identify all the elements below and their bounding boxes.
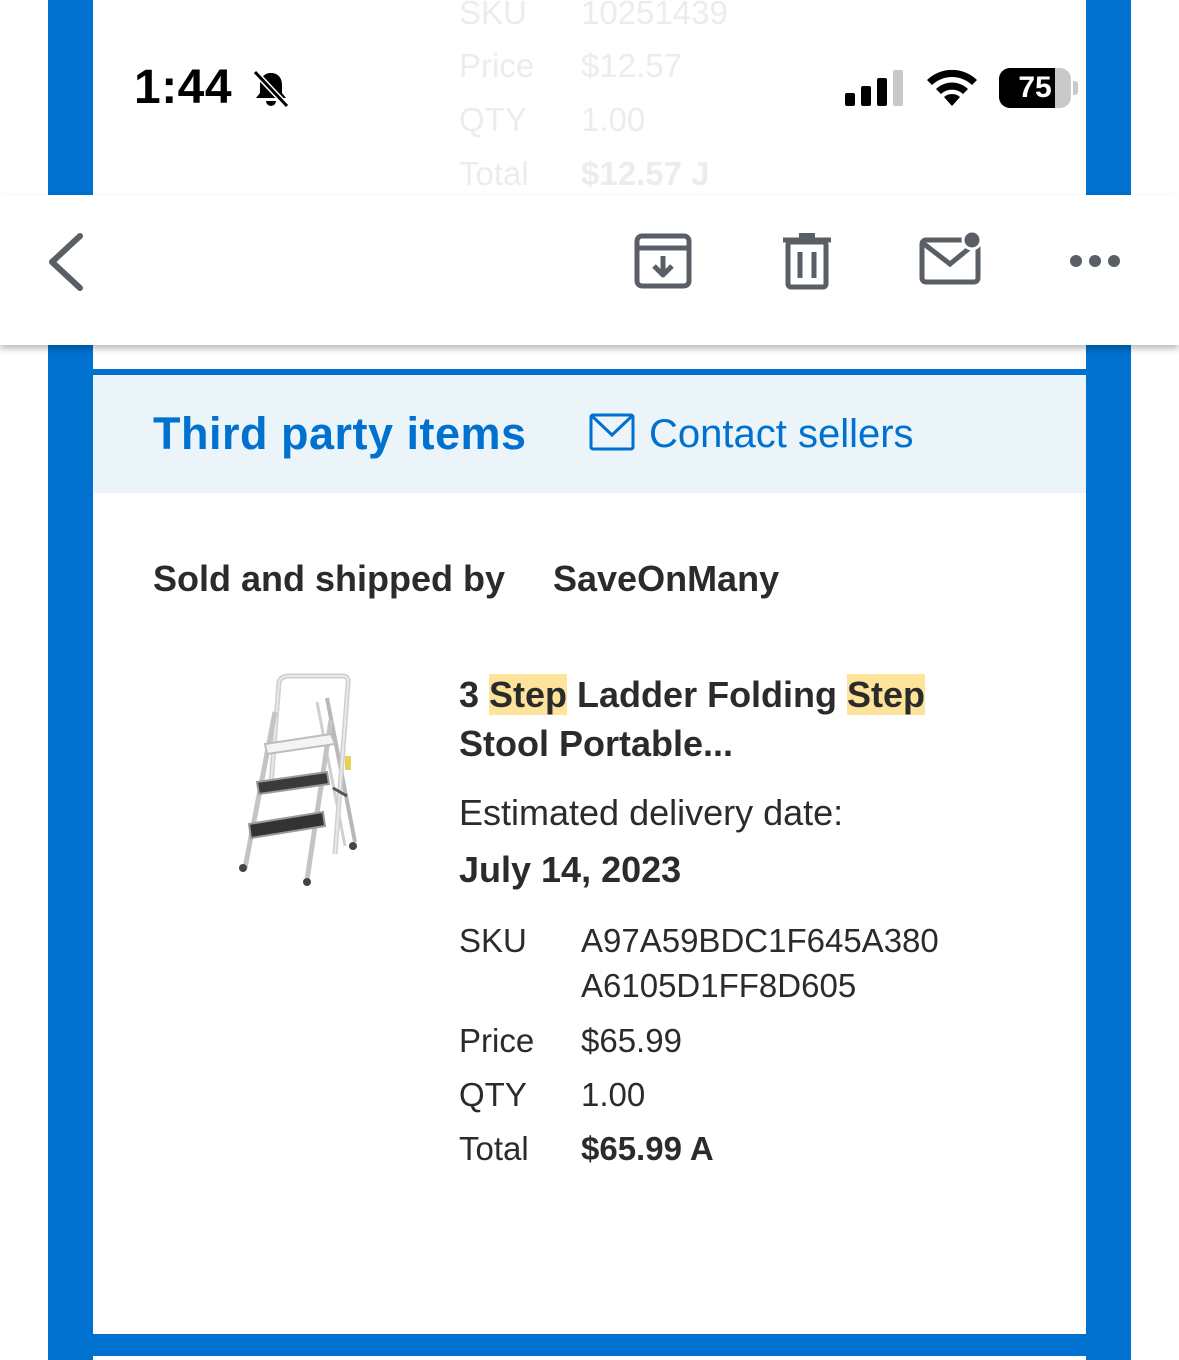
qty-value: 1.00 — [581, 1076, 646, 1113]
prev-total-label: Total — [459, 155, 529, 192]
sku-line-2: A6105D1FF8D605 — [581, 967, 857, 1004]
sku-label: SKU — [459, 922, 527, 959]
prev-price-value: $12.57 — [581, 47, 682, 84]
section-title: Third party items — [153, 408, 527, 459]
product-title-part: 3 — [459, 674, 490, 715]
product-title-part: Stool Portable... — [459, 723, 734, 764]
total-label: Total — [459, 1130, 529, 1167]
contact-sellers-link[interactable]: Contact sellers — [649, 412, 914, 457]
sku-value: A97A59BDC1F645A380 A6105D1FF8D605 — [581, 918, 939, 1008]
battery-icon: 75 — [999, 68, 1078, 108]
archive-icon[interactable] — [633, 232, 693, 290]
product-title-highlight: Step — [489, 674, 568, 715]
envelope-icon[interactable] — [589, 413, 635, 451]
email-divider — [93, 1356, 1086, 1360]
delivery-label: Estimated delivery date: — [459, 792, 844, 833]
product-image-step-ladder[interactable] — [235, 672, 365, 888]
prev-sku-value: 10251439 — [581, 0, 728, 31]
prev-qty-value: 1.00 — [581, 101, 646, 138]
total-value: $65.99 A — [581, 1130, 714, 1167]
bell-slash-icon — [252, 69, 290, 109]
qty-label: QTY — [459, 1076, 527, 1113]
seller-name: SaveOnMany — [553, 558, 780, 599]
status-time: 1:44 — [134, 61, 233, 114]
back-chevron-icon[interactable] — [44, 230, 88, 294]
prev-sku-label: SKU — [459, 0, 527, 31]
more-icon[interactable] — [1068, 252, 1122, 270]
battery-level: 75 — [1018, 71, 1052, 104]
delivery-date: July 14, 2023 — [459, 849, 682, 890]
prev-total-value: $12.57 J — [581, 155, 710, 192]
mark-unread-icon[interactable] — [918, 230, 986, 288]
sold-by-label: Sold and shipped by — [153, 558, 506, 599]
trash-icon[interactable] — [781, 232, 833, 290]
price-value: $65.99 — [581, 1022, 682, 1059]
prev-qty-label: QTY — [459, 101, 527, 138]
product-title-highlight: Step — [847, 674, 926, 715]
sku-line-1: A97A59BDC1F645A380 — [581, 922, 939, 959]
product-title-link[interactable]: 3 Step Ladder Folding Step Stool Portabl… — [459, 670, 979, 768]
wifi-icon — [927, 69, 977, 106]
product-title-part: Ladder Folding — [567, 674, 848, 715]
signal-icon — [845, 70, 903, 106]
prev-price-label: Price — [459, 47, 535, 84]
price-label: Price — [459, 1022, 535, 1059]
